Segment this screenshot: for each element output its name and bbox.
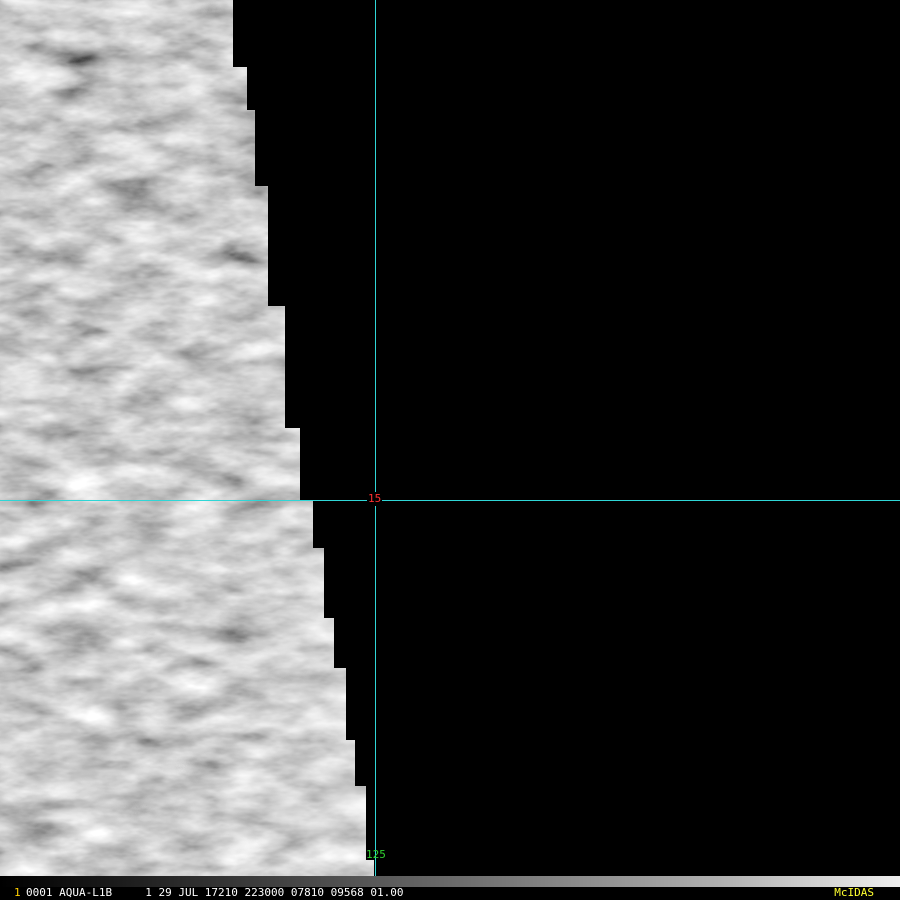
mcidas-brand-label: McIDAS (834, 886, 874, 899)
image-info-line: 0001 AQUA-L1B 1 29 JUL 17210 223000 0781… (26, 886, 404, 899)
crosshair-vertical-line (375, 0, 376, 876)
longitude-label: 125 (366, 848, 386, 861)
cloud-imagery (0, 0, 374, 876)
latitude-label: 15 (367, 492, 383, 506)
frame-number: 1 (14, 886, 21, 899)
crosshair-horizontal-line (0, 500, 900, 501)
satellite-image-viewport[interactable]: 15 125 (0, 0, 900, 876)
